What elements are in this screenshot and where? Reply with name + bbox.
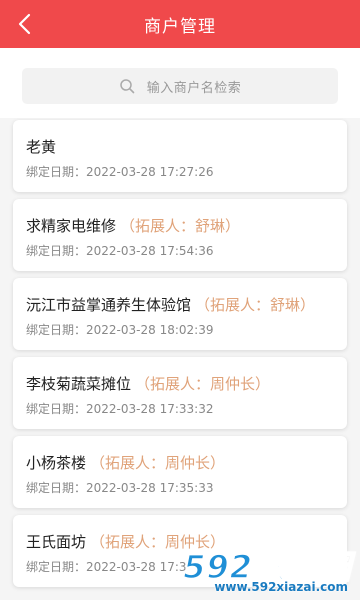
merchant-extension: （拓展人：舒琳）: [120, 217, 241, 235]
merchant-card[interactable]: 王氏面坊 （拓展人：周仲长） 绑定日期：2022-03-28 17:3: [13, 515, 347, 587]
date-label: 绑定日期：: [26, 402, 87, 416]
merchant-extension: （拓展人：周仲长）: [90, 454, 226, 472]
merchant-name: 李枝菊蔬菜摊位: [26, 375, 132, 393]
bind-date: 2022-03-28 17:33:32: [86, 402, 214, 416]
date-label: 绑定日期：: [26, 165, 87, 179]
merchant-extension: （拓展人：周仲长）: [90, 533, 226, 551]
app-header: 商户管理: [0, 0, 360, 48]
merchant-name: 老黄: [26, 138, 57, 156]
merchant-extension: （拓展人：舒琳）: [195, 296, 316, 314]
bind-date: 2022-03-28 17:3: [86, 560, 187, 574]
bind-date: 2022-03-28 17:27:26: [86, 165, 214, 179]
merchant-card[interactable]: 老黄 绑定日期：2022-03-28 17:27:26: [13, 120, 347, 192]
date-label: 绑定日期：: [26, 244, 87, 258]
merchant-name: 王氏面坊: [26, 533, 87, 551]
merchant-name: 求精家电维修: [26, 217, 117, 235]
merchant-name: 小杨茶楼: [26, 454, 87, 472]
merchant-name: 沅江市益掌通养生体验馆: [26, 296, 192, 314]
merchant-card[interactable]: 小杨茶楼 （拓展人：周仲长） 绑定日期：2022-03-28 17:35:33: [13, 436, 347, 508]
merchant-list: 老黄 绑定日期：2022-03-28 17:27:26 求精家电维修 （拓展人：舒…: [0, 118, 360, 600]
search-placeholder: 输入商户名检索: [146, 80, 242, 96]
search-bar-area: 输入商户名检索: [0, 48, 360, 118]
merchant-card[interactable]: 李枝菊蔬菜摊位 （拓展人：周仲长） 绑定日期：2022-03-28 17:33:3…: [13, 357, 347, 429]
date-label: 绑定日期：: [26, 323, 87, 337]
merchant-card[interactable]: 求精家电维修 （拓展人：舒琳） 绑定日期：2022-03-28 17:54:36: [13, 199, 347, 271]
page-title: 商户管理: [144, 16, 216, 37]
bind-date: 2022-03-28 17:54:36: [86, 244, 214, 258]
bind-date: 2022-03-28 17:35:33: [86, 481, 214, 495]
merchant-extension: （拓展人：周仲长）: [135, 375, 271, 393]
date-label: 绑定日期：: [26, 481, 87, 495]
bind-date: 2022-03-28 18:02:39: [86, 323, 214, 337]
merchant-card[interactable]: 沅江市益掌通养生体验馆 （拓展人：舒琳） 绑定日期：2022-03-28 18:0…: [13, 278, 347, 350]
search-icon: [119, 78, 135, 94]
back-button[interactable]: [10, 9, 40, 39]
search-input[interactable]: 输入商户名检索: [22, 68, 338, 104]
chevron-left-icon: [18, 13, 31, 35]
date-label: 绑定日期：: [26, 560, 87, 574]
